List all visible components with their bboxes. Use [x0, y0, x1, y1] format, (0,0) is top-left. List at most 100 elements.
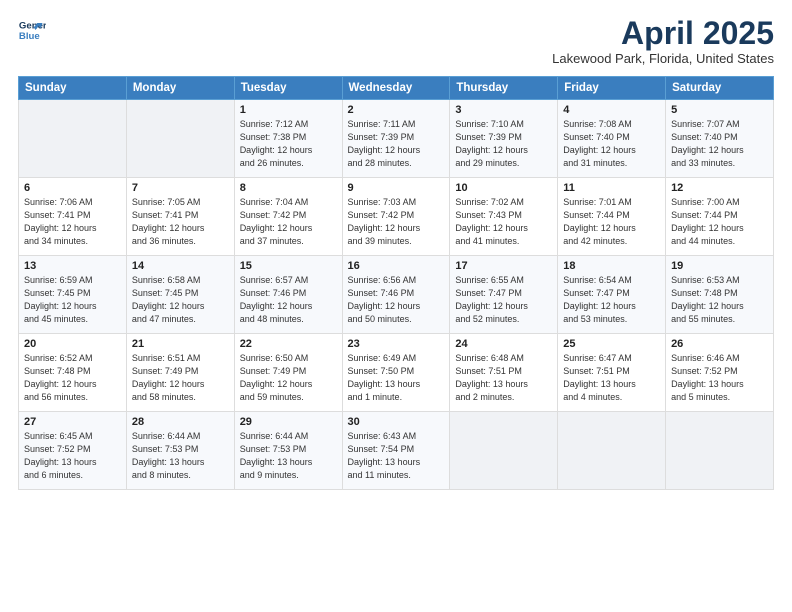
calendar-cell: 19Sunrise: 6:53 AM Sunset: 7:48 PM Dayli… — [666, 256, 774, 334]
calendar-cell: 12 Sunrise: 7:00 AM Sunset: 7:44 PM Dayli… — [666, 178, 774, 256]
page: General Blue April 2025 Lakewood Park, F… — [0, 0, 792, 612]
day-number: 22 — [240, 338, 337, 350]
day-number: 24 — [455, 338, 552, 350]
calendar-cell: 8 Sunrise: 7:04 AM Sunset: 7:42 PM Daylig… — [234, 178, 342, 256]
day-info: Sunrise: 6:44 AM Sunset: 7:53 PM Dayligh… — [240, 430, 337, 482]
logo: General Blue — [18, 16, 46, 44]
day-info: Sunrise: 7:12 AM Sunset: 7:38 PM Dayligh… — [240, 118, 337, 170]
day-header-friday: Friday — [558, 77, 666, 100]
day-number: 10 — [455, 182, 552, 194]
day-number: 30 — [348, 416, 445, 428]
calendar-cell: 4 Sunrise: 7:08 AM Sunset: 7:40 PM Daylig… — [558, 100, 666, 178]
calendar-cell: 3Sunrise: 7:10 AM Sunset: 7:39 PM Daylig… — [450, 100, 558, 178]
day-info: Sunrise: 7:08 AM Sunset: 7:40 PM Dayligh… — [563, 118, 660, 170]
day-number: 4 — [563, 104, 660, 116]
calendar-cell: 27Sunrise: 6:45 AM Sunset: 7:52 PM Dayli… — [19, 412, 127, 490]
day-header-saturday: Saturday — [666, 77, 774, 100]
calendar-cell: 20Sunrise: 6:52 AM Sunset: 7:48 PM Dayli… — [19, 334, 127, 412]
day-info: Sunrise: 6:53 AM Sunset: 7:48 PM Dayligh… — [671, 274, 768, 326]
calendar-cell — [450, 412, 558, 490]
calendar-cell: 11 Sunrise: 7:01 AM Sunset: 7:44 PM Dayli… — [558, 178, 666, 256]
day-header-wednesday: Wednesday — [342, 77, 450, 100]
day-number: 18 — [563, 260, 660, 272]
day-header-monday: Monday — [126, 77, 234, 100]
calendar-cell: 24 Sunrise: 6:48 AM Sunset: 7:51 PM Dayli… — [450, 334, 558, 412]
day-info: Sunrise: 7:05 AM Sunset: 7:41 PM Dayligh… — [132, 196, 229, 248]
calendar-cell: 10 Sunrise: 7:02 AM Sunset: 7:43 PM Dayli… — [450, 178, 558, 256]
day-info: Sunrise: 7:01 AM Sunset: 7:44 PM Dayligh… — [563, 196, 660, 248]
day-number: 6 — [24, 182, 121, 194]
day-number: 9 — [348, 182, 445, 194]
day-info: Sunrise: 6:50 AM Sunset: 7:49 PM Dayligh… — [240, 352, 337, 404]
day-info: Sunrise: 6:56 AM Sunset: 7:46 PM Dayligh… — [348, 274, 445, 326]
calendar-cell: 5 Sunrise: 7:07 AM Sunset: 7:40 PM Daylig… — [666, 100, 774, 178]
calendar-cell: 1 Sunrise: 7:12 AM Sunset: 7:38 PM Daylig… — [234, 100, 342, 178]
calendar-header-row: SundayMondayTuesdayWednesdayThursdayFrid… — [19, 77, 774, 100]
day-header-tuesday: Tuesday — [234, 77, 342, 100]
calendar-week-3: 13 Sunrise: 6:59 AM Sunset: 7:45 PM Dayli… — [19, 256, 774, 334]
day-number: 7 — [132, 182, 229, 194]
calendar-cell: 15 Sunrise: 6:57 AM Sunset: 7:46 PM Dayli… — [234, 256, 342, 334]
calendar-week-2: 6 Sunrise: 7:06 AM Sunset: 7:41 PM Daylig… — [19, 178, 774, 256]
title-block: April 2025 Lakewood Park, Florida, Unite… — [552, 16, 774, 66]
day-number: 21 — [132, 338, 229, 350]
calendar-cell: 28 Sunrise: 6:44 AM Sunset: 7:53 PM Dayli… — [126, 412, 234, 490]
calendar-cell — [126, 100, 234, 178]
day-number: 25 — [563, 338, 660, 350]
calendar-cell: 30 Sunrise: 6:43 AM Sunset: 7:54 PM Dayli… — [342, 412, 450, 490]
day-header-thursday: Thursday — [450, 77, 558, 100]
day-number: 1 — [240, 104, 337, 116]
day-number: 26 — [671, 338, 768, 350]
calendar-week-1: 1 Sunrise: 7:12 AM Sunset: 7:38 PM Daylig… — [19, 100, 774, 178]
calendar-cell: 14Sunrise: 6:58 AM Sunset: 7:45 PM Dayli… — [126, 256, 234, 334]
day-info: Sunrise: 6:55 AM Sunset: 7:47 PM Dayligh… — [455, 274, 552, 326]
day-info: Sunrise: 6:48 AM Sunset: 7:51 PM Dayligh… — [455, 352, 552, 404]
calendar-week-4: 20Sunrise: 6:52 AM Sunset: 7:48 PM Dayli… — [19, 334, 774, 412]
day-info: Sunrise: 6:43 AM Sunset: 7:54 PM Dayligh… — [348, 430, 445, 482]
day-info: Sunrise: 6:45 AM Sunset: 7:52 PM Dayligh… — [24, 430, 121, 482]
day-number: 17 — [455, 260, 552, 272]
day-info: Sunrise: 6:46 AM Sunset: 7:52 PM Dayligh… — [671, 352, 768, 404]
day-info: Sunrise: 6:51 AM Sunset: 7:49 PM Dayligh… — [132, 352, 229, 404]
day-info: Sunrise: 6:54 AM Sunset: 7:47 PM Dayligh… — [563, 274, 660, 326]
day-info: Sunrise: 7:11 AM Sunset: 7:39 PM Dayligh… — [348, 118, 445, 170]
calendar-cell — [19, 100, 127, 178]
day-info: Sunrise: 6:59 AM Sunset: 7:45 PM Dayligh… — [24, 274, 121, 326]
calendar-cell: 18 Sunrise: 6:54 AM Sunset: 7:47 PM Dayli… — [558, 256, 666, 334]
calendar-cell: 17 Sunrise: 6:55 AM Sunset: 7:47 PM Dayli… — [450, 256, 558, 334]
calendar-cell — [558, 412, 666, 490]
day-number: 29 — [240, 416, 337, 428]
calendar-cell: 16 Sunrise: 6:56 AM Sunset: 7:46 PM Dayli… — [342, 256, 450, 334]
day-number: 14 — [132, 260, 229, 272]
calendar-cell — [666, 412, 774, 490]
day-number: 5 — [671, 104, 768, 116]
svg-text:Blue: Blue — [19, 31, 40, 42]
day-number: 15 — [240, 260, 337, 272]
day-number: 16 — [348, 260, 445, 272]
day-info: Sunrise: 6:49 AM Sunset: 7:50 PM Dayligh… — [348, 352, 445, 404]
day-number: 11 — [563, 182, 660, 194]
day-number: 8 — [240, 182, 337, 194]
calendar-table: SundayMondayTuesdayWednesdayThursdayFrid… — [18, 76, 774, 490]
day-info: Sunrise: 7:02 AM Sunset: 7:43 PM Dayligh… — [455, 196, 552, 248]
calendar-cell: 26 Sunrise: 6:46 AM Sunset: 7:52 PM Dayli… — [666, 334, 774, 412]
day-info: Sunrise: 6:57 AM Sunset: 7:46 PM Dayligh… — [240, 274, 337, 326]
day-info: Sunrise: 7:06 AM Sunset: 7:41 PM Dayligh… — [24, 196, 121, 248]
calendar-cell: 9 Sunrise: 7:03 AM Sunset: 7:42 PM Daylig… — [342, 178, 450, 256]
calendar-cell: 2Sunrise: 7:11 AM Sunset: 7:39 PM Daylig… — [342, 100, 450, 178]
day-info: Sunrise: 7:03 AM Sunset: 7:42 PM Dayligh… — [348, 196, 445, 248]
day-info: Sunrise: 7:07 AM Sunset: 7:40 PM Dayligh… — [671, 118, 768, 170]
calendar-cell: 7 Sunrise: 7:05 AM Sunset: 7:41 PM Daylig… — [126, 178, 234, 256]
calendar-cell: 22 Sunrise: 6:50 AM Sunset: 7:49 PM Dayli… — [234, 334, 342, 412]
day-number: 20 — [24, 338, 121, 350]
day-number: 13 — [24, 260, 121, 272]
header: General Blue April 2025 Lakewood Park, F… — [18, 16, 774, 66]
day-info: Sunrise: 7:00 AM Sunset: 7:44 PM Dayligh… — [671, 196, 768, 248]
day-info: Sunrise: 6:44 AM Sunset: 7:53 PM Dayligh… — [132, 430, 229, 482]
day-number: 12 — [671, 182, 768, 194]
day-info: Sunrise: 7:04 AM Sunset: 7:42 PM Dayligh… — [240, 196, 337, 248]
day-info: Sunrise: 6:47 AM Sunset: 7:51 PM Dayligh… — [563, 352, 660, 404]
logo-icon: General Blue — [18, 16, 46, 44]
calendar-cell: 29 Sunrise: 6:44 AM Sunset: 7:53 PM Dayli… — [234, 412, 342, 490]
day-number: 28 — [132, 416, 229, 428]
